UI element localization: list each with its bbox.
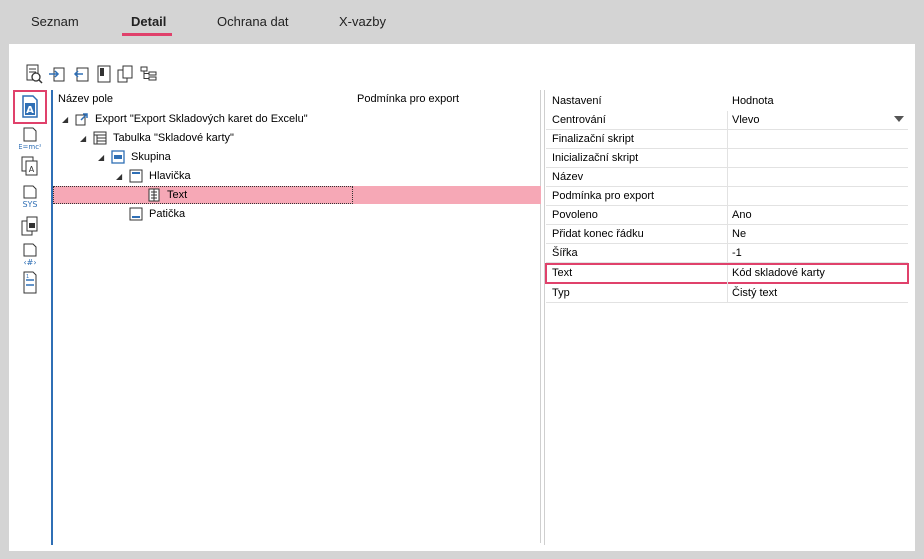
insert-before-icon[interactable] [71, 63, 91, 85]
line-element-icon[interactable]: 1 [15, 268, 45, 298]
field-tree: Název pole Podmínka pro export ◢ Export … [53, 90, 541, 543]
dropdown-arrow-icon[interactable] [894, 116, 904, 122]
group-icon [110, 150, 126, 164]
splitter[interactable] [544, 90, 545, 545]
header-section-icon [128, 169, 144, 183]
copy-icon[interactable] [116, 63, 136, 85]
tree-node-text[interactable]: Text [53, 186, 541, 205]
preview-icon[interactable] [24, 63, 44, 85]
properties-grid: Nastavení Hodnota Centrování Vlevo Final… [545, 90, 909, 330]
svg-text:‹#›: ‹#› [23, 258, 36, 267]
tab-seznam[interactable]: Seznam [31, 14, 79, 29]
tree-header: Název pole Podmínka pro export [53, 93, 541, 109]
expand-arrow-icon[interactable]: ◢ [98, 153, 110, 162]
tree-node-export[interactable]: ◢ Export "Export Skladových karet do Exc… [53, 110, 541, 129]
calculated-element-icon[interactable]: ‹#› [15, 240, 45, 270]
svg-text:E=mc²: E=mc² [19, 143, 41, 151]
focus-outline [53, 186, 353, 204]
property-row-final-script[interactable]: Finalizační skript [546, 130, 908, 149]
property-row-export-condition[interactable]: Podmínka pro export [546, 187, 908, 206]
tab-bar: Seznam Detail Ochrana dat X-vazby [0, 0, 924, 38]
insert-after-icon[interactable] [47, 63, 67, 85]
column-export-condition[interactable]: Podmínka pro export [357, 93, 459, 105]
expand-arrow-icon[interactable]: ◢ [116, 172, 128, 181]
element-type-sidebar: A E=mc² A SYS ‹#› 1 [9, 90, 53, 545]
table-icon [92, 131, 108, 145]
system-variable-icon[interactable]: SYS [15, 182, 45, 212]
detail-panel: A E=mc² A SYS ‹#› 1 Název pole Podmínka … [9, 44, 915, 551]
centering-select[interactable]: Vlevo [732, 114, 760, 126]
text-field-icon [146, 188, 162, 202]
tree-node-footer[interactable]: Patička [53, 205, 541, 224]
svg-text:1: 1 [26, 274, 29, 280]
text-element-icon[interactable]: A [13, 90, 47, 124]
svg-text:SYS: SYS [22, 200, 37, 209]
tab-x-vazby[interactable]: X-vazby [339, 14, 386, 29]
properties-header: Nastavení Hodnota [552, 95, 774, 107]
property-row-add-line-break[interactable]: Přidat konec řádku Ne [546, 225, 908, 244]
export-icon [74, 112, 90, 126]
copy-element-icon[interactable] [15, 212, 45, 242]
column-field-name[interactable]: Název pole [58, 93, 113, 105]
tree-node-group[interactable]: ◢ Skupina [53, 148, 541, 167]
property-row-init-script[interactable]: Inicializační skript [546, 149, 908, 168]
tab-ochrana-dat[interactable]: Ochrana dat [217, 14, 289, 29]
footer-section-icon [128, 207, 144, 221]
property-row-type[interactable]: Typ Čistý text [546, 284, 908, 303]
property-row-centering[interactable]: Centrování Vlevo [546, 111, 908, 130]
multi-text-icon[interactable]: A [15, 152, 45, 182]
tree-node-table[interactable]: ◢ Tabulka "Skladové karty" [53, 129, 541, 148]
property-row-width[interactable]: Šířka -1 [546, 244, 908, 263]
expand-arrow-icon[interactable]: ◢ [62, 115, 74, 124]
tab-detail[interactable]: Detail [131, 14, 166, 29]
expand-arrow-icon[interactable]: ◢ [80, 134, 92, 143]
tree-structure-icon[interactable] [139, 63, 159, 85]
property-row-enabled[interactable]: Povoleno Ano [546, 206, 908, 225]
property-row-text[interactable]: Text Kód skladové karty [545, 263, 909, 284]
property-row-name[interactable]: Název [546, 168, 908, 187]
active-tab-indicator [122, 33, 172, 36]
page-icon[interactable] [94, 63, 114, 85]
formula-element-icon[interactable]: E=mc² [15, 124, 45, 154]
svg-text:A: A [26, 105, 34, 116]
tree-node-header[interactable]: ◢ Hlavička [53, 167, 541, 186]
svg-text:A: A [29, 165, 35, 174]
